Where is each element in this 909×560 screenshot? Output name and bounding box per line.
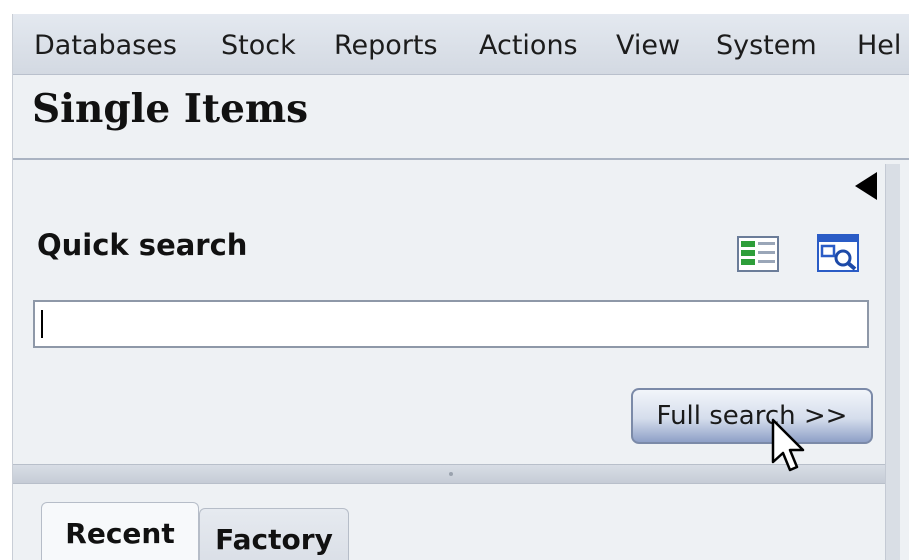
page-title: Single Items [32, 86, 309, 132]
text-caret [41, 310, 43, 338]
quick-search-input[interactable] [33, 300, 869, 348]
tab-factory[interactable]: Factory [199, 508, 349, 560]
panel-splitter[interactable] [13, 464, 885, 484]
collapse-panel-arrow-icon[interactable] [855, 172, 877, 200]
quick-search-label: Quick search [37, 228, 248, 262]
mouse-pointer-icon [771, 418, 805, 472]
tab-recent[interactable]: Recent [41, 502, 199, 560]
vertical-scrollbar[interactable] [885, 164, 900, 560]
menu-databases[interactable]: Databases [34, 30, 177, 61]
menu-actions[interactable]: Actions [479, 30, 578, 61]
menu-bar: Databases Stock Reports Actions View Sys… [13, 14, 909, 75]
app-window: Databases Stock Reports Actions View Sys… [12, 14, 909, 560]
list-view-icon[interactable] [737, 236, 779, 272]
full-search-button[interactable]: Full search >> [631, 388, 873, 444]
menu-view[interactable]: View [616, 30, 680, 61]
menu-system[interactable]: System [716, 30, 817, 61]
menu-reports[interactable]: Reports [334, 30, 438, 61]
splitter-grip [449, 472, 453, 476]
menu-help[interactable]: Hel [857, 30, 901, 61]
menu-stock[interactable]: Stock [221, 30, 296, 61]
search-document-icon[interactable] [817, 234, 859, 272]
